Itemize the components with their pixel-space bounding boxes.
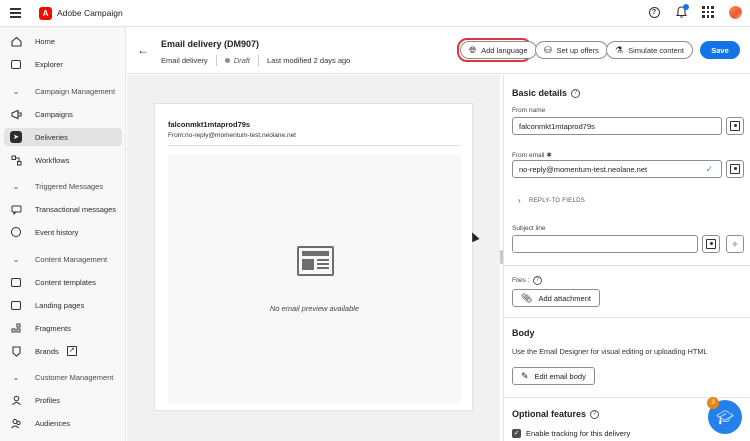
top-bar: A Adobe Campaign ? bbox=[0, 0, 750, 27]
chevron-down-icon: ⌄ bbox=[12, 254, 20, 264]
workflows-icon bbox=[10, 154, 22, 166]
preview-placeholder: No email preview available bbox=[168, 154, 461, 404]
deliveries-icon: ➤ bbox=[10, 131, 22, 143]
subject-personalize-button[interactable] bbox=[702, 235, 720, 253]
properties-panel: Basic details ? From name falconmkt1mtap… bbox=[503, 75, 750, 441]
basic-details-heading: Basic details ? bbox=[512, 88, 581, 98]
personalize-icon bbox=[730, 164, 740, 174]
sidebar-item-deliveries[interactable]: ➤ Deliveries bbox=[4, 128, 122, 146]
body-heading: Body bbox=[512, 328, 535, 338]
status-dot bbox=[224, 58, 230, 63]
page-header: ← Email delivery (DM907) Email delivery … bbox=[127, 27, 750, 74]
chevron-right-icon: › bbox=[518, 196, 521, 205]
preview-from-address: From:no-reply@momentum-test.neolane.net bbox=[168, 132, 296, 139]
chevron-down-icon: ⌄ bbox=[12, 86, 20, 96]
home-icon bbox=[10, 35, 22, 47]
adobe-logo: A bbox=[39, 7, 52, 20]
chevron-down-icon: ⌄ bbox=[12, 181, 20, 191]
set-up-offers-button[interactable]: ⛁ Set up offers bbox=[535, 41, 608, 59]
status-badge: Draft bbox=[233, 56, 250, 65]
sidebar-item-content-templates[interactable]: Content templates bbox=[4, 273, 122, 291]
open-external-icon[interactable]: ↗ bbox=[66, 346, 77, 356]
audiences-icon bbox=[10, 417, 22, 429]
personalize-icon bbox=[706, 239, 716, 249]
body-description: Use the Email Designer for visual editin… bbox=[512, 347, 708, 356]
sidebar-item-brands[interactable]: Brands ↗ bbox=[4, 342, 122, 360]
sidebar-item-profiles[interactable]: Profiles bbox=[4, 391, 122, 409]
from-name-personalize-button[interactable] bbox=[726, 117, 744, 135]
sidebar-section-triggered-messages[interactable]: ⌄ Triggered Messages bbox=[4, 177, 122, 195]
personalize-icon bbox=[730, 121, 740, 131]
notification-dot bbox=[683, 4, 689, 10]
add-language-button[interactable]: 🌐︎ Add language bbox=[460, 41, 537, 59]
brands-icon bbox=[10, 345, 22, 357]
avatar[interactable] bbox=[728, 5, 742, 19]
magic-wand-icon: ✧ bbox=[731, 239, 739, 249]
paperclip-icon: 📎︎ bbox=[521, 292, 533, 303]
info-icon[interactable]: ? bbox=[590, 409, 600, 419]
preview-from-name: falconmkt1mtaprod79s bbox=[168, 120, 251, 129]
page-title: Email delivery (DM907) bbox=[161, 39, 260, 49]
sidebar-item-audiences[interactable]: Audiences bbox=[4, 414, 122, 432]
last-modified: Last modified 2 days ago bbox=[266, 56, 351, 65]
no-preview-text: No email preview available bbox=[269, 304, 360, 313]
campaigns-icon bbox=[10, 108, 22, 120]
info-icon[interactable]: ? bbox=[571, 88, 581, 98]
apps-icon[interactable] bbox=[701, 5, 715, 19]
subject-line-input[interactable] bbox=[512, 235, 698, 253]
event-history-icon bbox=[10, 226, 22, 238]
info-icon[interactable]: ? bbox=[533, 276, 543, 285]
save-button[interactable]: Save bbox=[700, 41, 740, 59]
optional-features-heading: Optional features ? bbox=[512, 409, 600, 419]
sidebar-item-landing-pages[interactable]: Landing pages bbox=[4, 296, 122, 314]
help-icon[interactable]: ? bbox=[647, 5, 661, 19]
subject-line-label: Subject line bbox=[512, 225, 546, 232]
app-title: Adobe Campaign bbox=[57, 8, 123, 18]
fragments-icon bbox=[10, 322, 22, 334]
sidebar-item-campaigns[interactable]: Campaigns bbox=[4, 105, 122, 123]
sidebar-item-home[interactable]: Home bbox=[4, 32, 122, 50]
explorer-icon bbox=[10, 58, 22, 70]
simulate-content-button[interactable]: ⚗ Simulate content bbox=[606, 41, 693, 59]
bell-icon[interactable] bbox=[674, 4, 689, 19]
profiles-icon bbox=[10, 394, 22, 406]
from-email-label: From email ✱ bbox=[512, 152, 552, 159]
pencil-icon: ✎ bbox=[521, 370, 529, 381]
from-email-personalize-button[interactable] bbox=[726, 160, 744, 178]
files-label: Files : ? bbox=[512, 276, 543, 285]
subject-ai-assist-button[interactable]: ✧ bbox=[726, 235, 744, 253]
content-templates-icon bbox=[10, 276, 22, 288]
add-attachment-button[interactable]: 📎︎ Add attachment bbox=[512, 289, 600, 307]
back-arrow-icon[interactable]: ← bbox=[137, 43, 149, 57]
edit-email-body-button[interactable]: ✎ Edit email body bbox=[512, 367, 595, 385]
sidebar-section-customer-management[interactable]: ⌄ Customer Management bbox=[4, 368, 122, 386]
sidebar-item-explorer[interactable]: Explorer bbox=[4, 55, 122, 73]
offers-icon: ⛁ bbox=[544, 44, 552, 55]
sidebar: Home Explorer ⌄ Campaign Management Camp… bbox=[0, 27, 126, 441]
checkmark-icon: ✓ bbox=[705, 163, 713, 174]
transactional-icon bbox=[10, 203, 22, 215]
from-email-input[interactable]: no-reply@momentum-test.neolane.net ✓ bbox=[512, 160, 722, 178]
chevron-down-icon: ⌄ bbox=[12, 372, 20, 382]
sidebar-item-event-history[interactable]: Event history bbox=[4, 223, 122, 241]
tracking-checkbox[interactable]: ✓ bbox=[512, 429, 521, 438]
sidebar-item-workflows[interactable]: Workflows bbox=[4, 151, 122, 169]
reply-to-fields-toggle[interactable]: › REPLY-TO FIELDS bbox=[518, 196, 585, 205]
email-preview-icon bbox=[297, 246, 334, 276]
learn-badge: 3 bbox=[707, 397, 719, 409]
sidebar-item-fragments[interactable]: Fragments bbox=[4, 319, 122, 337]
tracking-label: Enable tracking for this delivery bbox=[526, 429, 631, 438]
globe-icon: 🌐︎ bbox=[469, 44, 477, 55]
sidebar-section-content-management[interactable]: ⌄ Content Management bbox=[4, 250, 122, 268]
delivery-type: Email delivery bbox=[161, 56, 208, 65]
from-name-label: From name bbox=[512, 107, 546, 114]
email-preview-area: falconmkt1mtaprod79s From:no-reply@momen… bbox=[127, 75, 500, 441]
from-name-input[interactable]: falconmkt1mtaprod79s bbox=[512, 117, 722, 135]
email-preview-card: falconmkt1mtaprod79s From:no-reply@momen… bbox=[154, 103, 473, 411]
flask-icon: ⚗ bbox=[615, 44, 624, 55]
landing-pages-icon bbox=[10, 299, 22, 311]
sidebar-section-campaign-management[interactable]: ⌄ Campaign Management bbox=[4, 82, 122, 100]
hamburger-menu-icon[interactable] bbox=[10, 8, 21, 18]
sidebar-item-transactional-messages[interactable]: Transactional messages bbox=[4, 200, 122, 218]
